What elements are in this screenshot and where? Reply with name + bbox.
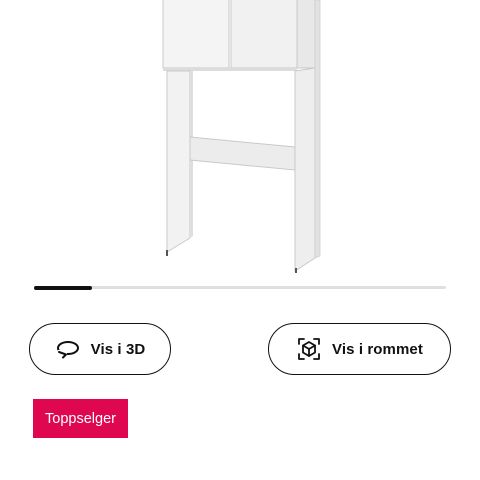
carousel-progress-track[interactable]	[34, 285, 446, 290]
product-page: Vis i 3D Vis i rommet Toppselger	[0, 0, 480, 480]
view-3d-button[interactable]: Vis i 3D	[29, 323, 171, 375]
rotate-3d-icon	[55, 336, 81, 362]
cabinet-illustration	[162, 0, 321, 273]
view-in-room-label: Vis i rommet	[332, 340, 423, 358]
product-image[interactable]	[0, 0, 480, 280]
view-in-room-button[interactable]: Vis i rommet	[268, 323, 451, 375]
top-seller-badge: Toppselger	[33, 399, 128, 438]
augmented-reality-icon	[296, 336, 322, 362]
view-3d-label: Vis i 3D	[90, 340, 146, 358]
carousel-progress-thumb[interactable]	[34, 285, 92, 290]
